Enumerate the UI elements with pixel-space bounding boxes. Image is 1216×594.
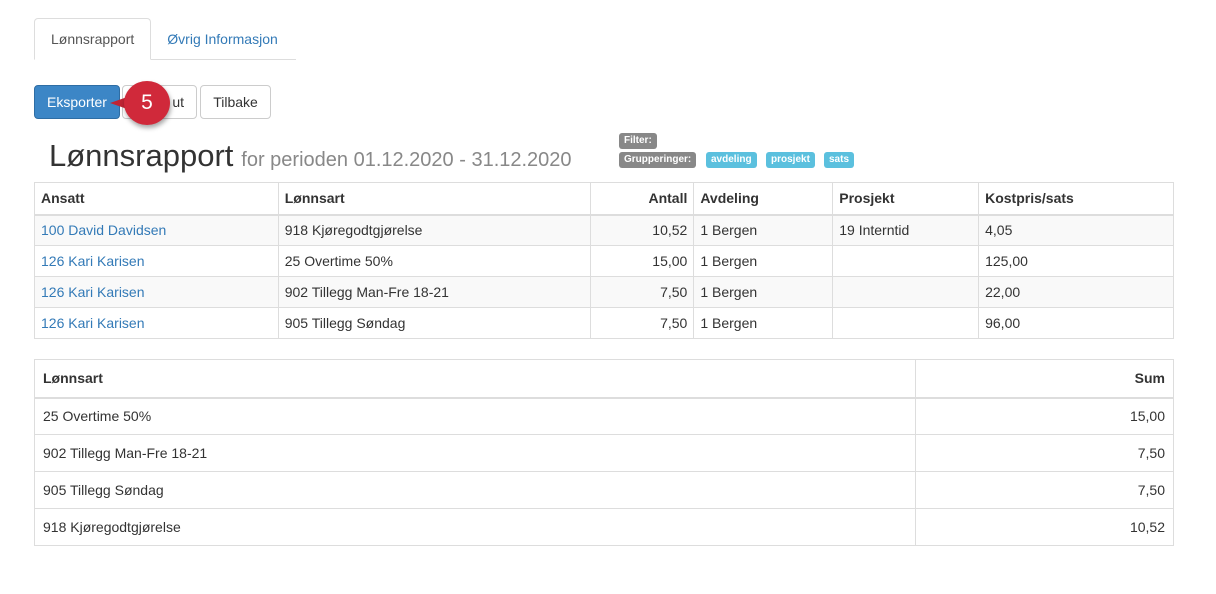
tab-bar: Lønnsrapport Øvrig Informasjon (34, 18, 294, 60)
employee-link[interactable]: 126 Kari Karisen (34, 276, 279, 308)
employee-link[interactable]: 126 Kari Karisen (34, 245, 279, 277)
employee-link[interactable]: 126 Kari Karisen (34, 307, 279, 339)
report-period: for perioden 01.12.2020 - 31.12.2020 (241, 149, 572, 171)
table-row: 126 Kari Karisen 25 Overtime 50% 15,00 1… (34, 245, 1174, 277)
table-header-row: Ansatt Lønnsart Antall Avdeling Prosjekt… (34, 182, 1174, 216)
table-header-row: Lønnsart Sum (33, 359, 1174, 399)
cell-prosjekt: 19 Interntid (832, 214, 980, 246)
back-button[interactable]: Tilbake (200, 85, 271, 119)
cell-avdeling: 1 Bergen (693, 245, 834, 277)
tab-lonnsrapport[interactable]: Lønnsrapport (34, 18, 152, 60)
table-row: 902 Tillegg Man-Fre 18-21 7,50 (33, 434, 1174, 472)
column-header-kostpris[interactable]: Kostpris/sats (978, 182, 1174, 216)
grouping-label: Grupperinger: (619, 152, 697, 168)
cell-kostpris: 125,00 (978, 245, 1174, 277)
employee-link[interactable]: 100 David Davidsen (34, 214, 279, 246)
cell-lonnsart: 902 Tillegg Man-Fre 18-21 (277, 276, 592, 308)
grouping-badge-avdeling: avdeling (706, 152, 757, 168)
cell-kostpris: 96,00 (978, 307, 1174, 339)
column-header-antall[interactable]: Antall (590, 182, 695, 216)
filter-label: Filter: (619, 133, 657, 149)
table-row: 100 David Davidsen 918 Kjøregodtgjørelse… (34, 214, 1174, 246)
cell-avdeling: 1 Bergen (693, 276, 834, 308)
grouping-badge-prosjekt: prosjekt (766, 152, 815, 168)
cell-sum: 15,00 (915, 397, 1174, 435)
cell-lonnsart: 905 Tillegg Søndag (33, 471, 917, 509)
cell-sum: 10,52 (915, 508, 1174, 546)
cell-prosjekt (832, 276, 980, 308)
cell-sum: 7,50 (915, 434, 1174, 472)
payroll-detail-table: Ansatt Lønnsart Antall Avdeling Prosjekt… (34, 182, 1174, 339)
cell-antall: 10,52 (590, 214, 695, 246)
column-header-sum: Sum (915, 359, 1174, 399)
cell-antall: 7,50 (590, 276, 695, 308)
cell-prosjekt (832, 245, 980, 277)
cell-kostpris: 22,00 (978, 276, 1174, 308)
cell-lonnsart: 25 Overtime 50% (33, 397, 917, 435)
cell-antall: 15,00 (590, 245, 695, 277)
table-row: 126 Kari Karisen 905 Tillegg Søndag 7,50… (34, 307, 1174, 339)
cell-antall: 7,50 (590, 307, 695, 339)
payroll-summary-table: Lønnsart Sum 25 Overtime 50% 15,00 902 T… (33, 359, 1174, 546)
table-row: 918 Kjøregodtgjørelse 10,52 (33, 508, 1174, 546)
step-callout-badge: 5 (124, 81, 170, 125)
cell-lonnsart: 905 Tillegg Søndag (277, 307, 592, 339)
export-button[interactable]: Eksporter (34, 85, 120, 119)
table-row: 905 Tillegg Søndag 7,50 (33, 471, 1174, 509)
table-row: 126 Kari Karisen 902 Tillegg Man-Fre 18-… (34, 276, 1174, 308)
cell-lonnsart: 918 Kjøregodtgjørelse (277, 214, 592, 246)
column-header-lonnsart: Lønnsart (33, 359, 917, 399)
cell-avdeling: 1 Bergen (693, 214, 834, 246)
grouping-badge-sats: sats (824, 152, 855, 168)
cell-avdeling: 1 Bergen (693, 307, 834, 339)
column-header-avdeling[interactable]: Avdeling (693, 182, 834, 216)
cell-lonnsart: 25 Overtime 50% (277, 245, 592, 277)
cell-sum: 7,50 (915, 471, 1174, 509)
cell-kostpris: 4,05 (978, 214, 1174, 246)
column-header-prosjekt[interactable]: Prosjekt (832, 182, 980, 216)
report-title: Lønnsrapport (49, 138, 234, 173)
tab-ovrig-informasjon[interactable]: Øvrig Informasjon (151, 18, 293, 60)
page-title: Lønnsrapport for perioden 01.12.2020 - 3… (49, 138, 572, 174)
table-row: 25 Overtime 50% 15,00 (33, 397, 1174, 435)
column-header-lonnsart[interactable]: Lønnsart (277, 182, 592, 216)
cell-prosjekt (832, 307, 980, 339)
column-header-ansatt[interactable]: Ansatt (34, 182, 279, 216)
cell-lonnsart: 918 Kjøregodtgjørelse (33, 508, 917, 546)
cell-lonnsart: 902 Tillegg Man-Fre 18-21 (33, 434, 917, 472)
